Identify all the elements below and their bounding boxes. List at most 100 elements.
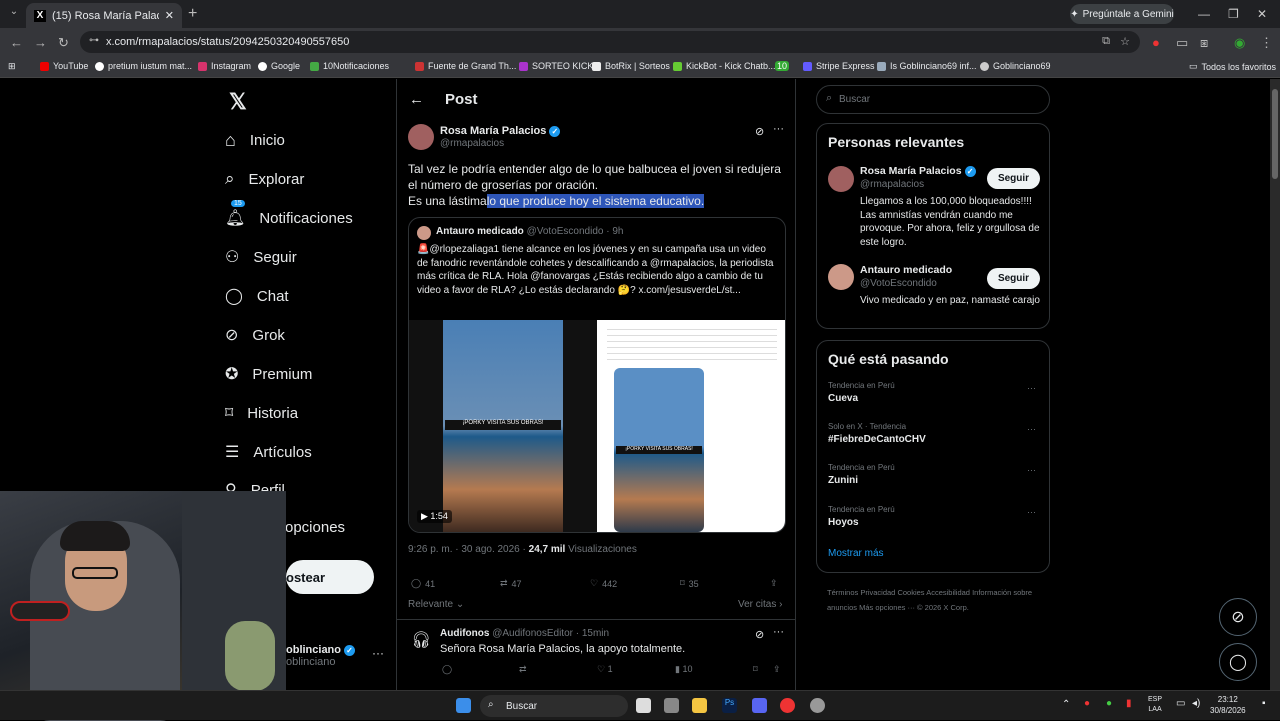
more-icon[interactable]: ··· xyxy=(1027,465,1036,475)
reply-icon[interactable]: ◯ xyxy=(442,664,452,675)
bookmark-item[interactable]: pretium iustum mat... xyxy=(95,61,192,71)
minimize-button[interactable]: — xyxy=(1198,7,1210,21)
chrome-icon[interactable] xyxy=(780,698,795,713)
views-button[interactable]: ▮ 10 xyxy=(675,664,692,675)
site-info-icon[interactable]: ⊶ xyxy=(89,35,99,46)
window-close-button[interactable]: ✕ xyxy=(1257,7,1267,21)
scrollbar-thumb[interactable] xyxy=(1272,89,1278,179)
nav-notifications[interactable]: 🔔︎ 15 Notificaciones xyxy=(225,200,353,228)
bookmark-icon[interactable]: ⌑ xyxy=(753,664,758,675)
extension-icon[interactable]: ● xyxy=(1152,35,1160,50)
grok-icon[interactable]: ⊘ xyxy=(755,628,764,641)
bookmark-star-icon[interactable]: ☆ xyxy=(1120,35,1130,48)
file-explorer-icon[interactable] xyxy=(692,698,707,713)
sort-dropdown[interactable]: Relevante ⌄ xyxy=(408,599,464,610)
more-icon[interactable]: ··· xyxy=(372,646,384,660)
quoted-tweet[interactable]: Antauro medicado @VotoEscondido · 9h 🚨@r… xyxy=(408,217,786,533)
bookmark-item[interactable]: Fuente de Grand Th... xyxy=(415,61,516,71)
view-quotes-link[interactable]: Ver citas › xyxy=(738,599,782,610)
like-button[interactable]: ♡ 442 xyxy=(590,578,617,589)
install-icon[interactable]: ⧉ xyxy=(1102,35,1110,48)
nav-chat[interactable]: ◯ Chat xyxy=(225,286,289,306)
quote-video[interactable]: ¡PORKY VISITA SUS OBRAS! ¡PORKY VISITA S… xyxy=(409,320,785,532)
back-arrow-icon[interactable]: ← xyxy=(409,91,424,108)
avatar[interactable] xyxy=(828,166,854,192)
chevron-up-icon[interactable]: ⌃ xyxy=(1062,699,1070,710)
trend-item[interactable]: Zunini xyxy=(828,475,858,486)
account-switcher[interactable]: oblinciano ✓ oblinciano ··· xyxy=(286,644,384,668)
trend-item[interactable]: Hoyos xyxy=(828,517,859,528)
tray-icon[interactable]: ● xyxy=(1084,698,1090,709)
grok-fab-button[interactable]: ⊘ xyxy=(1219,598,1257,636)
author-name[interactable]: Rosa María Palacios ✓ xyxy=(440,125,561,137)
bookmark-item[interactable]: Stripe Express xyxy=(803,61,875,71)
bookmark-item[interactable]: BotRix | Sorteos xyxy=(592,61,670,71)
taskbar-search[interactable]: ⌕ Buscar xyxy=(480,695,628,717)
repost-button[interactable]: ⇄ 47 xyxy=(500,578,522,589)
more-icon[interactable]: ··· xyxy=(1027,424,1036,434)
notifications-icon[interactable]: ▪ xyxy=(1262,698,1266,709)
more-icon[interactable]: ··· xyxy=(773,123,784,135)
nav-home[interactable]: ⌂ Inicio xyxy=(225,130,285,151)
search-input[interactable]: ⌕ Buscar xyxy=(816,85,1050,114)
more-icon[interactable]: ··· xyxy=(1027,507,1036,517)
app-icon[interactable] xyxy=(664,698,679,713)
gemini-button[interactable]: ✦ Pregúntale a Gemini xyxy=(1070,4,1174,24)
maximize-button[interactable]: ❐ xyxy=(1228,7,1239,21)
trend-item[interactable]: #FiebreDeCantoCHV xyxy=(828,434,926,445)
nav-premium[interactable]: ✪ Premium xyxy=(225,364,312,384)
x-logo-icon[interactable]: 𝕏 xyxy=(229,89,247,115)
author-handle[interactable]: @rmapalacios xyxy=(440,138,504,149)
bookmark-instagram[interactable]: Instagram xyxy=(198,61,251,71)
task-view-icon[interactable] xyxy=(636,698,651,713)
bookmark-button[interactable]: ⌑ 35 xyxy=(680,578,699,589)
bookmark-item[interactable]: Is Goblinciano69 inf... xyxy=(877,61,977,71)
follow-button[interactable]: Seguir xyxy=(987,268,1040,289)
forward-icon[interactable]: → xyxy=(34,35,47,50)
chat-fab-button[interactable]: ◯ xyxy=(1219,643,1257,681)
bookmark-item[interactable]: Goblinciano69 xyxy=(980,61,1051,71)
follow-button[interactable]: Seguir xyxy=(987,168,1040,189)
scrollbar[interactable] xyxy=(1270,79,1280,690)
nav-grok[interactable]: ⊘ Grok xyxy=(225,325,285,345)
avatar[interactable] xyxy=(408,124,434,150)
reply-tweet[interactable]: 🎧︎ Audifonos @AudifonosEditor · 15min ⊘ … xyxy=(397,619,795,690)
more-icon[interactable]: ··· xyxy=(773,626,784,638)
bookmark-google[interactable]: Google xyxy=(258,61,300,71)
browser-tab[interactable]: X (15) Rosa María Palacios en X: " ✕ xyxy=(26,3,182,28)
repost-icon[interactable]: ⇄ xyxy=(519,664,527,675)
bookmark-item[interactable]: SORTEO KICK xyxy=(519,61,593,71)
microphone-icon[interactable]: ▮ xyxy=(1126,698,1132,709)
nav-articles[interactable]: ☰ Artículos xyxy=(225,442,312,462)
footer-links[interactable]: Términos Privacidad Cookies Accesibilida… xyxy=(827,585,1047,615)
bookmark-item[interactable]: KickBot - Kick Chatb... xyxy=(673,61,776,71)
share-icon[interactable]: ⇪ xyxy=(773,664,781,675)
like-button[interactable]: ♡ 1 xyxy=(597,664,613,675)
nav-more-options[interactable]: opciones xyxy=(285,519,345,536)
show-more-link[interactable]: Mostrar más xyxy=(828,548,884,559)
close-icon[interactable]: ✕ xyxy=(165,9,174,22)
app-icon[interactable] xyxy=(810,698,825,713)
bookmark-item[interactable]: 10Notificaciones xyxy=(310,61,389,71)
nav-history[interactable]: ⌑ Historia xyxy=(225,403,298,423)
reply-button[interactable]: ◯ 41 xyxy=(411,578,435,589)
reload-icon[interactable]: ↻ xyxy=(58,35,69,51)
volume-icon[interactable]: ◂) xyxy=(1192,698,1200,709)
all-bookmarks-folder[interactable]: ▭ Todos los favoritos xyxy=(1189,61,1276,72)
clock[interactable]: 23:12 30/8/2026 xyxy=(1210,694,1246,716)
bookmark-youtube[interactable]: YouTube xyxy=(40,61,88,71)
tray-icon[interactable]: ● xyxy=(1106,698,1112,709)
windows-start-icon[interactable] xyxy=(456,698,471,713)
tab-list-button[interactable]: ⌄ xyxy=(6,6,22,22)
extension-icon[interactable]: ▭ xyxy=(1176,35,1188,51)
network-icon[interactable]: ▭ xyxy=(1176,698,1185,709)
share-button[interactable]: ⇪ xyxy=(770,578,778,589)
extensions-puzzle-icon[interactable]: ⧆ xyxy=(1200,35,1208,51)
apps-grid-icon[interactable]: ⊞ xyxy=(8,61,16,72)
grok-icon[interactable]: ⊘ xyxy=(755,125,764,138)
more-icon[interactable]: ··· xyxy=(1027,383,1036,393)
discord-icon[interactable] xyxy=(752,698,767,713)
nav-follow[interactable]: ⚇ Seguir xyxy=(225,247,297,267)
nav-explore[interactable]: ⌕ Explorar xyxy=(225,169,304,189)
avatar[interactable] xyxy=(828,264,854,290)
